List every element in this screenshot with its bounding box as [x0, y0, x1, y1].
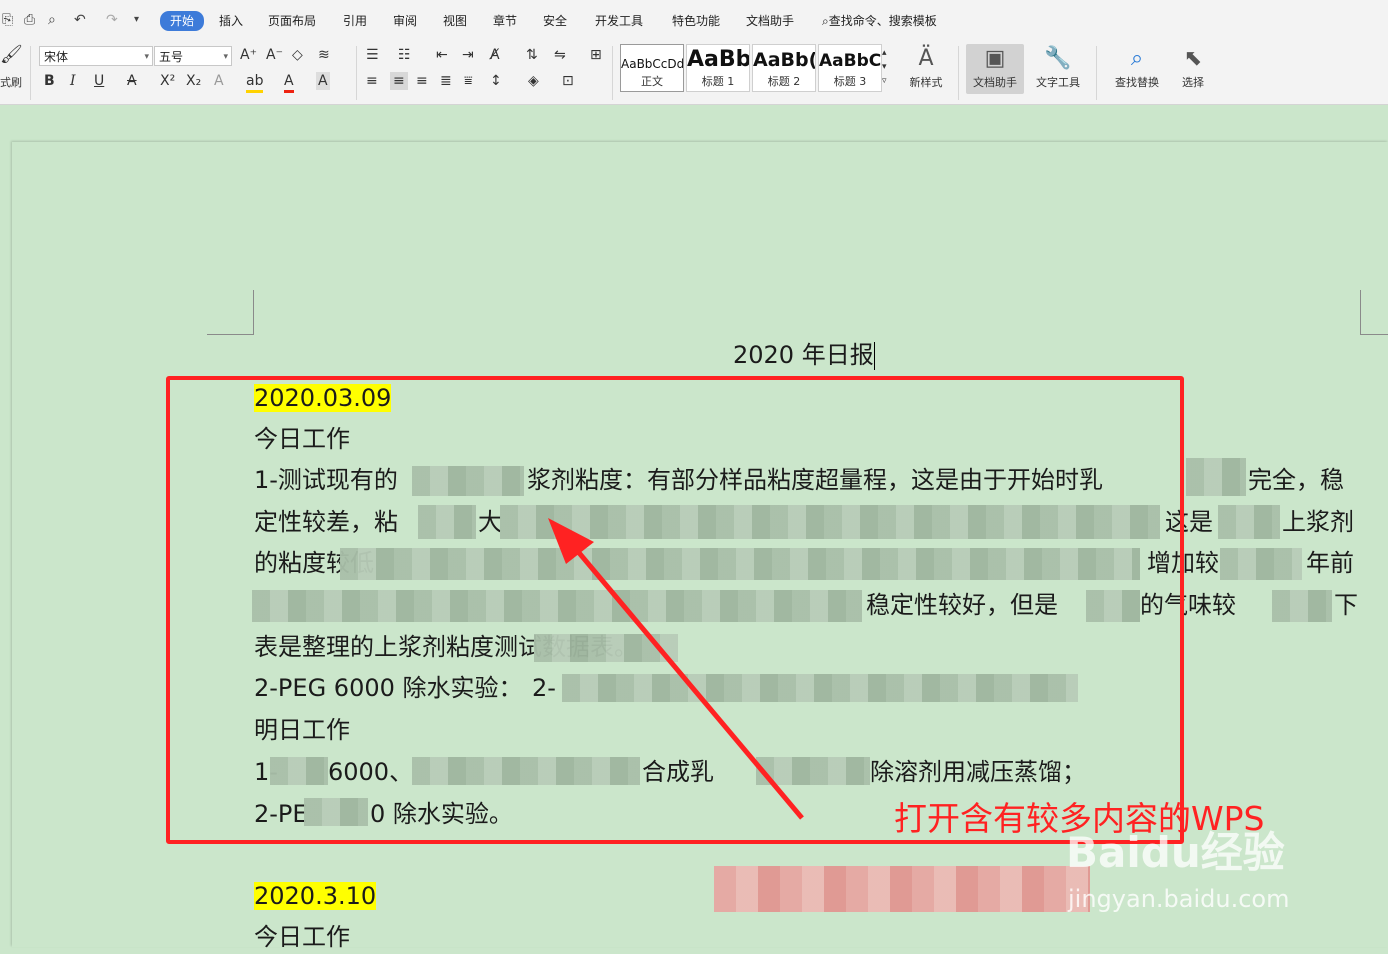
watermark-url: jingyan.baidu.com: [1068, 885, 1290, 913]
baidu-watermark: Baidu经验: [1066, 828, 1285, 877]
